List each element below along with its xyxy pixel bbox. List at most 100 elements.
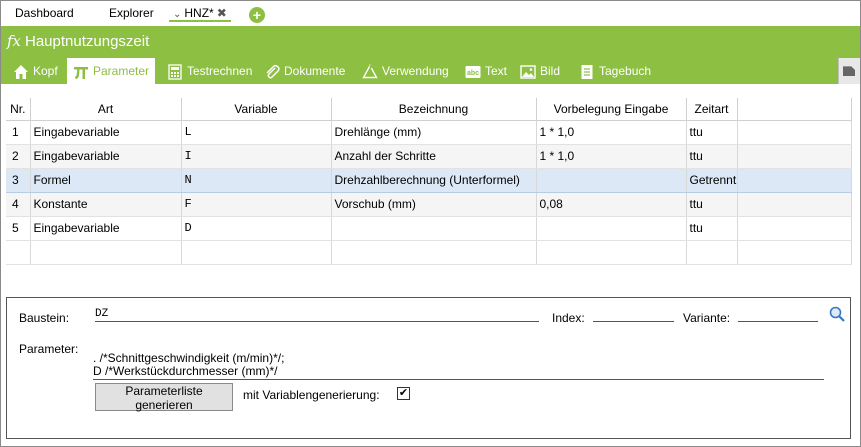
- variable-generation-label: mit Variablengenerierung:: [243, 388, 380, 402]
- index-field[interactable]: [593, 308, 674, 322]
- search-icon[interactable]: [829, 306, 845, 322]
- tab-text[interactable]: abc Text: [465, 58, 507, 84]
- cell-nr[interactable]: 2: [6, 144, 31, 169]
- cell-variable[interactable]: I: [181, 144, 332, 169]
- formula-icon: fx: [7, 32, 22, 50]
- chevron-down-icon[interactable]: ⌄: [173, 9, 181, 20]
- tab-tagebuch-label: Tagebuch: [599, 64, 652, 78]
- cell-art[interactable]: Konstante: [30, 192, 182, 217]
- cell-bezeichnung[interactable]: Vorschub (mm): [331, 192, 537, 217]
- cell-vorbelegung[interactable]: [536, 240, 687, 265]
- cell-variable[interactable]: F: [181, 192, 332, 217]
- variante-field[interactable]: [738, 308, 818, 322]
- column-header-empty: [737, 98, 852, 121]
- table-row[interactable]: 5 Eingabevariable D ttu: [6, 216, 852, 241]
- close-icon[interactable]: ✖: [217, 6, 227, 20]
- column-header-art[interactable]: Art: [30, 98, 182, 121]
- parameter-label: Parameter:: [19, 342, 79, 356]
- index-label: Index:: [552, 311, 585, 325]
- generate-parameter-list-button[interactable]: Parameterliste generieren: [95, 383, 233, 412]
- cell-nr[interactable]: 3: [6, 167, 31, 193]
- tab-dokumente[interactable]: Dokumente: [264, 58, 345, 84]
- table-row[interactable]: 4 Konstante F Vorschub (mm) 0,08 ttu: [6, 192, 852, 217]
- table-row-new[interactable]: [6, 240, 852, 265]
- cell-nr[interactable]: 4: [6, 192, 31, 217]
- cell-bezeichnung[interactable]: Drehzahlberechnung (Unterformel): [331, 167, 537, 193]
- baustein-field[interactable]: DZ: [95, 308, 539, 322]
- cell-nr[interactable]: [6, 240, 31, 265]
- cell-variable[interactable]: D: [181, 216, 332, 241]
- cell-zeitart[interactable]: ttu: [686, 120, 738, 145]
- tab-kopf[interactable]: Kopf: [13, 58, 58, 84]
- tab-parameter-label: Parameter: [93, 64, 150, 78]
- tab-explorer[interactable]: Explorer: [109, 4, 154, 22]
- notebook-icon: [579, 63, 595, 79]
- column-header-nr[interactable]: Nr.: [6, 98, 31, 121]
- tab-dashboard[interactable]: Dashboard: [15, 4, 74, 22]
- tab-text-label: Text: [485, 64, 508, 78]
- table-row-selected[interactable]: 3 Formel N Drehzahlberechnung (Unterform…: [6, 167, 852, 193]
- cell-empty: [737, 120, 852, 145]
- cell-vorbelegung[interactable]: [536, 167, 687, 193]
- tab-kopf-label: Kopf: [33, 64, 58, 78]
- cell-bezeichnung[interactable]: [331, 216, 537, 241]
- cell-art[interactable]: [30, 240, 182, 265]
- cell-zeitart[interactable]: ttu: [686, 216, 738, 241]
- cell-zeitart[interactable]: ttu: [686, 144, 738, 169]
- cell-art[interactable]: Eingabevariable: [30, 120, 182, 145]
- image-icon: [520, 63, 536, 79]
- cell-empty: [737, 240, 852, 265]
- table-header-row: Nr. Art Variable Bezeichnung Vorbelegung…: [6, 98, 852, 121]
- cell-empty: [737, 167, 852, 193]
- cell-bezeichnung[interactable]: Drehlänge (mm): [331, 120, 537, 145]
- folder-icon: [843, 66, 855, 76]
- tab-tagebuch[interactable]: Tagebuch: [579, 58, 651, 84]
- cell-vorbelegung[interactable]: [536, 216, 687, 241]
- parameter-textarea[interactable]: . /*Schnittgeschwindigkeit (m/min)*/; D …: [93, 352, 284, 378]
- tab-bild[interactable]: Bild: [520, 58, 560, 84]
- cell-nr[interactable]: 5: [6, 216, 31, 241]
- pi-icon: [73, 63, 89, 79]
- cell-art[interactable]: Eingabevariable: [30, 144, 182, 169]
- table-row[interactable]: 1 Eingabevariable L Drehlänge (mm) 1 * 1…: [6, 120, 852, 145]
- cell-variable[interactable]: [181, 240, 332, 265]
- cell-empty: [737, 144, 852, 169]
- cell-zeitart[interactable]: Getrennt: [686, 167, 738, 193]
- cell-art[interactable]: Eingabevariable: [30, 216, 182, 241]
- cell-variable[interactable]: N: [181, 167, 332, 193]
- table-row[interactable]: 2 Eingabevariable I Anzahl der Schritte …: [6, 144, 852, 169]
- cell-art[interactable]: Formel: [30, 167, 182, 193]
- column-header-variable[interactable]: Variable: [181, 98, 332, 121]
- tab-testrechnen[interactable]: Testrechnen: [167, 58, 252, 84]
- svg-text:abc: abc: [467, 70, 479, 77]
- add-tab-icon[interactable]: +: [249, 7, 265, 23]
- tab-parameter[interactable]: Parameter: [67, 58, 156, 84]
- cell-vorbelegung[interactable]: 1 * 1,0: [536, 144, 687, 169]
- section-tabs: Kopf Parameter Testrechnen Dokumente Ver…: [1, 58, 860, 84]
- column-header-vorbelegung[interactable]: Vorbelegung Eingabe: [536, 98, 687, 121]
- parameter-underline: [93, 379, 824, 380]
- cell-bezeichnung[interactable]: [331, 240, 537, 265]
- title-bar: fx Hauptnutzungszeit: [1, 26, 860, 58]
- baustein-label: Baustein:: [19, 311, 70, 325]
- cell-vorbelegung[interactable]: 1 * 1,0: [536, 120, 687, 145]
- tab-hnz[interactable]: ⌄ HNZ* ✖: [169, 4, 231, 22]
- cell-vorbelegung[interactable]: 0,08: [536, 192, 687, 217]
- cell-variable[interactable]: L: [181, 120, 332, 145]
- page-title: Hauptnutzungszeit: [25, 33, 150, 50]
- text-abc-icon: abc: [465, 63, 481, 79]
- cell-zeitart[interactable]: ttu: [686, 192, 738, 217]
- column-header-zeitart[interactable]: Zeitart: [686, 98, 738, 121]
- paperclip-icon: [264, 63, 280, 79]
- side-panel-toggle[interactable]: [838, 58, 860, 84]
- cell-bezeichnung[interactable]: Anzahl der Schritte: [331, 144, 537, 169]
- column-header-bezeichnung[interactable]: Bezeichnung: [331, 98, 537, 121]
- recycle-icon: [362, 63, 378, 79]
- tab-testrechnen-label: Testrechnen: [187, 64, 253, 78]
- variable-generation-checkbox[interactable]: ✔: [397, 387, 410, 400]
- cell-zeitart[interactable]: [686, 240, 738, 265]
- cell-nr[interactable]: 1: [6, 120, 31, 145]
- parameter-table: Nr. Art Variable Bezeichnung Vorbelegung…: [6, 98, 852, 265]
- tab-verwendung[interactable]: Verwendung: [362, 58, 449, 84]
- tab-verwendung-label: Verwendung: [382, 64, 449, 78]
